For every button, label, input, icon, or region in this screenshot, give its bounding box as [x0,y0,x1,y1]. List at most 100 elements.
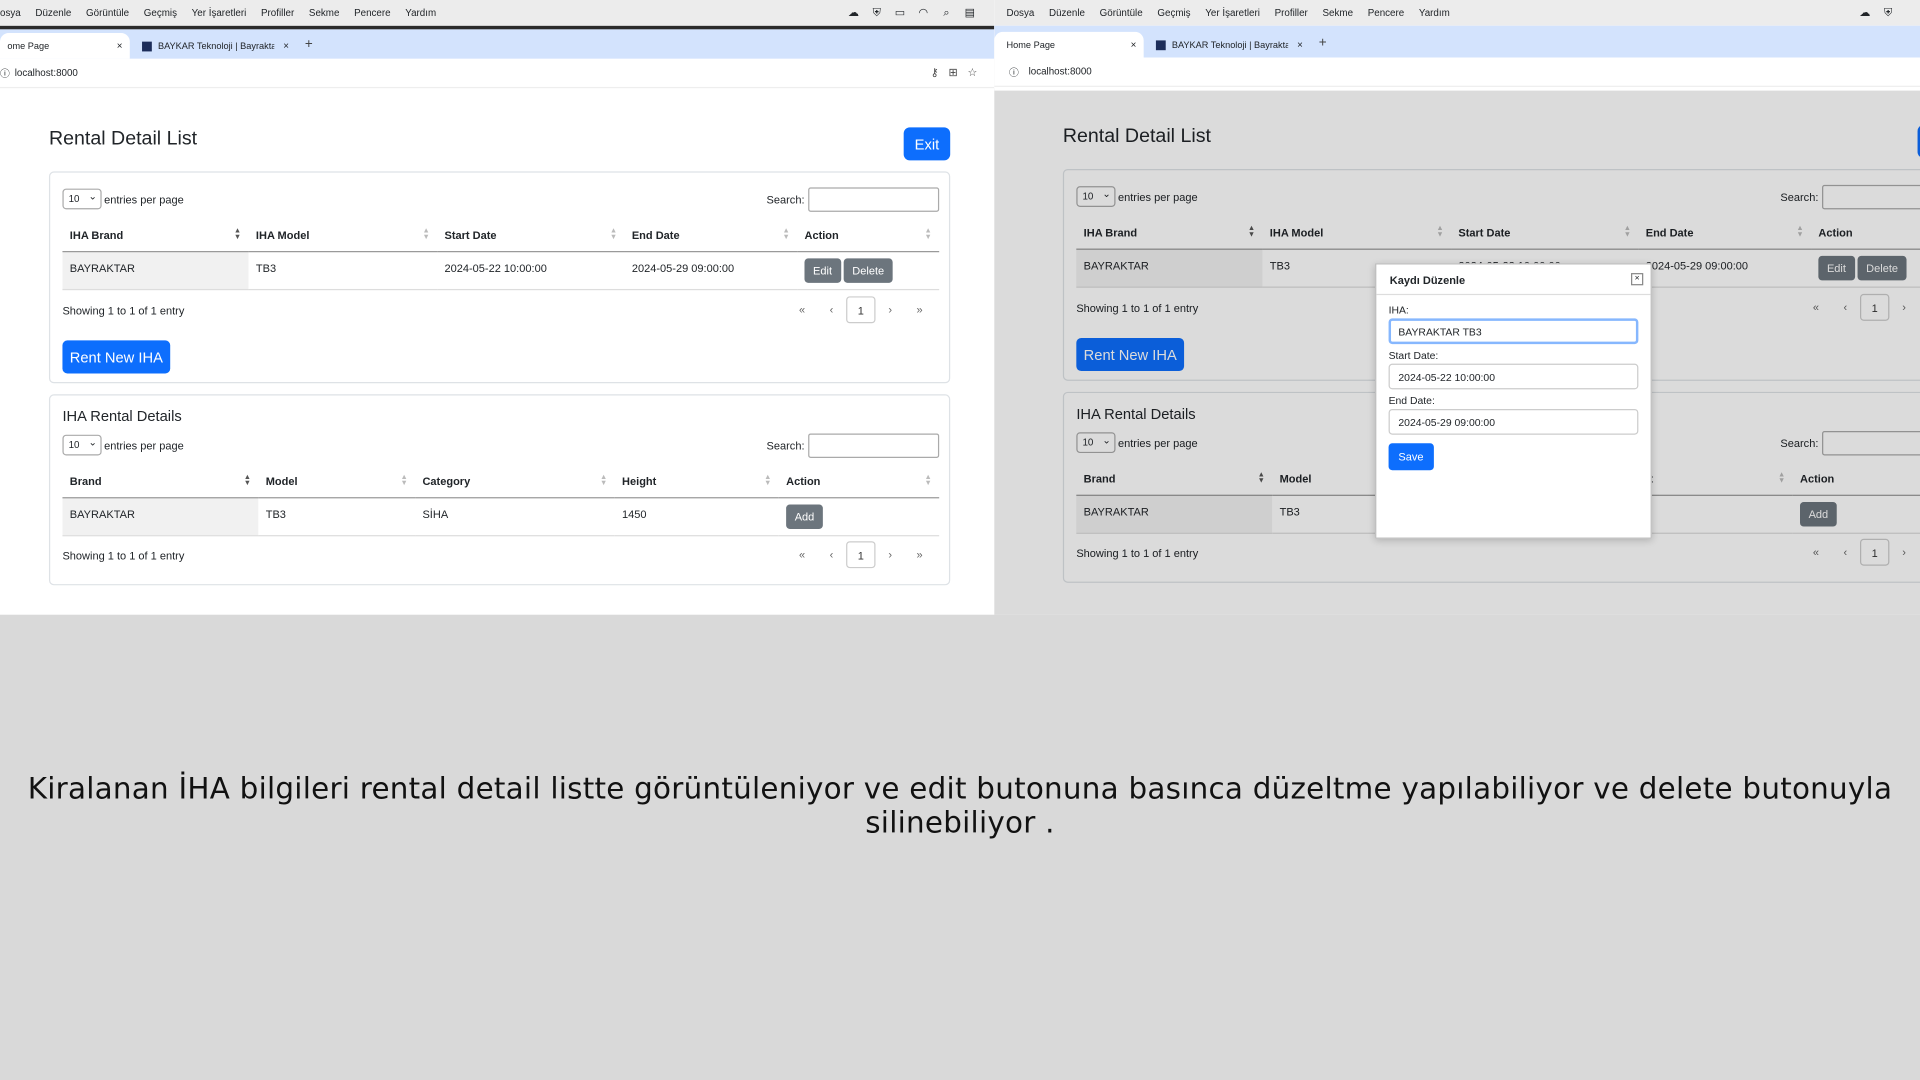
password-key-icon[interactable]: ⚷ [931,66,939,79]
page-1[interactable]: 1 [846,296,876,324]
cell-end-date: 2024-05-29 09:00:00 [624,251,798,290]
cell-brand: BAYRAKTAR [62,497,259,536]
first-page[interactable]: « [787,549,816,561]
app-icon[interactable]: ☁ [1859,6,1871,18]
site-info-icon[interactable]: ⓘ [1009,66,1019,79]
table-info: Showing 1 to 1 of 1 entry [62,304,185,318]
menu-file[interactable]: Dosya [1007,7,1035,18]
modal-header: Kaydı Düzenle × [1376,264,1651,296]
menu-edit[interactable]: Düzenle [1049,7,1085,18]
baykar-favicon-icon [142,41,152,51]
table-header: Brand ▲ ▼ Model ▲ ▼ Category ▲ ▼ Height ▲ ▼ Acti… [62,465,940,498]
first-page[interactable]: « [787,304,816,316]
entries-select[interactable]: 10 [62,433,102,456]
details-title: IHA Rental Details [62,407,182,425]
menu-tab[interactable]: Sekme [1323,7,1353,18]
search-input[interactable] [808,187,940,212]
menu-profiles[interactable]: Profiller [261,7,294,18]
left-screenshot: osya Düzenle Görüntüle Geçmiş Yer İşaret… [0,0,995,615]
url-text[interactable]: localhost:8000 [1029,66,1092,77]
rent-new-iha-button[interactable]: Rent New IHA [62,340,171,374]
save-button[interactable]: Save [1388,443,1434,471]
menu-window[interactable]: Pencere [1368,7,1404,18]
site-info-icon[interactable]: ⓘ [0,67,10,80]
battery-icon[interactable]: ▭ [894,6,906,18]
tab-strip: ome Page × BAYKAR Teknoloji | Bayraktar … [0,29,995,59]
exit-button[interactable]: Exit [903,127,951,161]
shield-icon[interactable]: ⛨ [871,6,883,18]
search-input[interactable] [808,433,940,458]
tab-baykar[interactable]: BAYKAR Teknoloji | Bayraktar × [135,33,297,59]
wifi-icon[interactable]: ◠ [917,6,929,18]
close-icon[interactable]: × [1297,39,1303,50]
next-page[interactable]: › [876,549,905,561]
end-date-field[interactable]: 2024-05-29 09:00:00 [1388,408,1639,435]
col-start-date[interactable]: Start Date ▲ ▼ [437,219,625,252]
prev-page[interactable]: ‹ [817,549,846,561]
cell-model: TB3 [258,497,416,536]
tab-home-page[interactable]: ome Page × [0,33,130,59]
shield-icon[interactable]: ⛨ [1882,6,1894,18]
close-icon[interactable]: × [117,40,123,51]
star-icon[interactable]: ☆ [968,66,978,79]
entries-select[interactable]: 10 [62,187,102,210]
col-action[interactable]: Action▲▼ [778,465,940,498]
menu-edit[interactable]: Düzenle [35,7,71,18]
menu-help[interactable]: Yardım [1419,7,1450,18]
menu-view[interactable]: Görüntüle [86,7,129,18]
new-tab-icon[interactable]: + [305,37,313,52]
menu-history[interactable]: Geçmiş [1157,7,1190,18]
search-icon[interactable]: ⌕ [940,6,952,18]
menu-help[interactable]: Yardım [405,7,436,18]
iha-field[interactable]: BAYRAKTAR TB3 [1388,318,1639,345]
menu-tab[interactable]: Sekme [309,7,339,18]
address-bar[interactable]: ⓘ localhost:8000 [994,57,1920,87]
iha-details-card: IHA Rental Details 10 entries per page S… [48,394,951,586]
last-page[interactable]: » [905,549,934,561]
tab-baykar[interactable]: BAYKAR Teknoloji | Bayraktar × [1149,32,1311,58]
start-date-field[interactable]: 2024-05-22 10:00:00 [1388,363,1639,390]
col-action[interactable]: Action▲▼ [797,219,940,252]
address-bar[interactable]: ⓘ localhost:8000 ⚷ ⊞ ☆ [0,58,995,89]
menu-history[interactable]: Geçmiş [144,7,177,18]
close-icon[interactable]: × [283,40,289,51]
baykar-favicon-icon [1155,39,1166,50]
app-icon[interactable]: ☁ [847,6,859,18]
edit-button[interactable]: Edit [804,257,841,283]
col-iha-model[interactable]: IHA Model ▲ ▼ [248,219,438,252]
slide: osya Düzenle Görüntüle Geçmiş Yer İşaret… [0,0,1920,1080]
cell-height: 1450 [614,497,779,536]
add-button[interactable]: Add [786,503,823,529]
last-page[interactable]: » [905,304,934,316]
next-page[interactable]: › [876,304,905,316]
control-center-icon[interactable]: ▤ [964,6,976,18]
new-tab-icon[interactable]: + [1319,36,1327,51]
close-icon[interactable]: × [1131,39,1137,50]
url-text[interactable]: localhost:8000 [15,67,78,78]
entries-label: entries per page [104,192,184,206]
col-end-date[interactable]: End Date ▲ ▼ [624,219,798,252]
end-date-label: End Date: [1388,394,1435,407]
translate-icon[interactable]: ⊞ [948,66,957,79]
tab-home-page[interactable]: Home Page × [994,31,1144,58]
menu-file[interactable]: osya [0,7,21,18]
page-title: Rental Detail List [48,128,198,150]
prev-page[interactable]: ‹ [817,304,846,316]
menu-bookmarks[interactable]: Yer İşaretleri [1205,7,1260,18]
col-iha-brand[interactable]: IHA Brand ▲ ▼ [62,219,249,252]
start-date-label: Start Date: [1388,348,1439,362]
cell-category: SİHA [415,497,615,536]
menu-window[interactable]: Pencere [354,7,390,18]
col-category[interactable]: Category ▲ ▼ [415,465,615,498]
menu-view[interactable]: Görüntüle [1100,7,1143,18]
col-model[interactable]: Model▲▼ [258,465,416,498]
page-1[interactable]: 1 [846,541,876,569]
col-height[interactable]: Height ▲ ▼ [614,465,779,498]
col-brand[interactable]: Brand ▲ ▼ [62,465,259,498]
close-icon[interactable]: × [1631,273,1644,286]
delete-button[interactable]: Delete [843,257,893,283]
menu-profiles[interactable]: Profiller [1275,7,1308,18]
page: Rental Detail List Exit 10 entries per p… [0,96,994,615]
tab-title: ome Page [7,40,50,52]
menu-bookmarks[interactable]: Yer İşaretleri [192,7,247,18]
